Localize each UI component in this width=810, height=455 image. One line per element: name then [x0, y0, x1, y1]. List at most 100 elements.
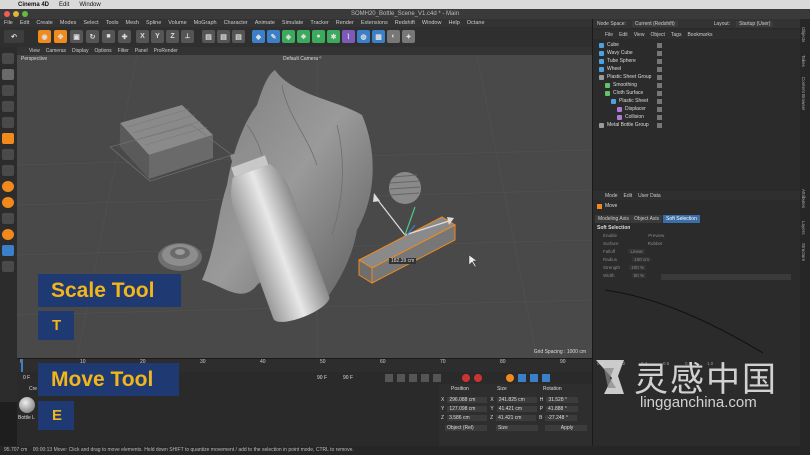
viewport[interactable]: Perspective Default Camera ⁰ 182.39 cm G… [17, 55, 592, 358]
menu-redshift[interactable]: Redshift [395, 20, 415, 26]
scale-tool-icon[interactable]: ▣ [70, 30, 83, 43]
vp-menu-options[interactable]: Options [94, 48, 111, 54]
menu-octane[interactable]: Octane [467, 20, 485, 26]
cube-object-icon[interactable]: ◆ [252, 30, 265, 43]
menu-edit[interactable]: Edit [20, 20, 29, 26]
menu-character[interactable]: Character [224, 20, 248, 26]
go-to-end-icon[interactable] [433, 374, 441, 382]
object-row[interactable]: Wheel [599, 65, 662, 73]
material-menu-create[interactable]: Cre [29, 386, 37, 392]
texture-mode-icon[interactable] [2, 85, 14, 96]
menu-mesh[interactable]: Mesh [126, 20, 139, 26]
next-frame-icon[interactable] [421, 374, 429, 382]
close-window-button[interactable] [4, 11, 10, 17]
menu-select[interactable]: Select [83, 20, 98, 26]
visibility-toggle[interactable] [657, 58, 662, 64]
layout-select[interactable]: Startup (User) [736, 20, 774, 27]
om-menu-tags[interactable]: Tags [671, 32, 682, 38]
coord-mode-select[interactable]: Object (Rel) [445, 425, 487, 431]
strip-tab-attributes[interactable]: Attributes [801, 189, 806, 208]
object-row[interactable]: Metal Bottle Group [599, 121, 662, 129]
os-menu-window[interactable]: Window [79, 2, 100, 8]
light-icon[interactable]: ✦ [402, 30, 415, 43]
param-surface[interactable]: Surface Rubber [603, 240, 664, 248]
param-radius[interactable]: Radius 100 cm [603, 256, 664, 264]
position-x-field[interactable]: 296.088 cm [447, 397, 488, 403]
strip-tab-takes[interactable]: Takes [801, 55, 806, 67]
model-mode-icon[interactable] [2, 69, 14, 80]
strip-tab-structure[interactable]: Structure [801, 243, 806, 261]
snap-settings-icon[interactable] [2, 197, 14, 208]
zoom-window-button[interactable] [22, 11, 28, 17]
attr-menu-edit[interactable]: Edit [624, 193, 633, 199]
object-row[interactable]: Tube Sphere [599, 57, 662, 65]
visibility-toggle[interactable] [657, 66, 662, 72]
menu-spline[interactable]: Spline [146, 20, 161, 26]
menu-animate[interactable]: Animate [255, 20, 275, 26]
frame-start[interactable]: 0 F [23, 375, 30, 381]
vp-menu-display[interactable]: Display [72, 48, 88, 54]
menu-volume[interactable]: Volume [168, 20, 186, 26]
recent-tool-icon[interactable]: ■ [102, 30, 115, 43]
go-to-start-icon[interactable] [385, 374, 393, 382]
menu-modes[interactable]: Modes [60, 20, 77, 26]
param-width[interactable]: Width 50 % [603, 272, 664, 280]
position-z-field[interactable]: 3.586 cm [447, 415, 488, 421]
transform-tool-icon[interactable]: ✚ [118, 30, 131, 43]
visibility-toggle[interactable] [657, 122, 662, 128]
effector-icon[interactable]: ✱ [327, 30, 340, 43]
visibility-toggle[interactable] [657, 82, 662, 88]
rotation-h-field[interactable]: 31.528 ° [546, 397, 579, 403]
vp-menu-filter[interactable]: Filter [118, 48, 129, 54]
object-row[interactable]: Cloth Surface [605, 89, 662, 97]
apply-button[interactable]: Apply [545, 425, 587, 431]
vp-menu-view[interactable]: View [29, 48, 40, 54]
size-x-field[interactable]: 241.825 cm [496, 397, 537, 403]
visibility-toggle[interactable] [657, 74, 662, 80]
param-enable[interactable]: Enable Preview [603, 232, 664, 240]
menu-help[interactable]: Help [448, 20, 459, 26]
object-row[interactable]: Cube [599, 41, 662, 49]
om-menu-edit[interactable]: Edit [619, 32, 628, 38]
object-row[interactable]: Plastic Sheet [611, 97, 662, 105]
menu-simulate[interactable]: Simulate [282, 20, 303, 26]
menu-render[interactable]: Render [336, 20, 354, 26]
width-slider[interactable] [661, 274, 791, 280]
camera-icon[interactable]: ◐ [387, 30, 400, 43]
viewport-camera[interactable]: Default Camera ⁰ [283, 56, 321, 62]
workplane-icon[interactable] [2, 213, 14, 224]
om-menu-view[interactable]: View [634, 32, 645, 38]
lock-workplane-icon[interactable] [2, 261, 14, 272]
visibility-toggle[interactable] [657, 98, 662, 104]
menu-extensions[interactable]: Extensions [361, 20, 388, 26]
polygons-mode-icon[interactable] [2, 133, 14, 144]
object-row[interactable]: Displacer [617, 105, 662, 113]
render-view-icon[interactable]: ▤ [202, 30, 215, 43]
visibility-toggle[interactable] [657, 90, 662, 96]
visibility-toggle[interactable] [657, 50, 662, 56]
vp-menu-panel[interactable]: Panel [135, 48, 148, 54]
tab-modeling-axis[interactable]: Modeling Axis [595, 215, 632, 223]
rotate-tool-icon[interactable]: ↻ [86, 30, 99, 43]
object-row[interactable]: Wavy Cube [599, 49, 662, 57]
position-y-field[interactable]: 127.098 cm [447, 406, 488, 412]
vp-menu-prorender[interactable]: ProRender [154, 48, 178, 54]
move-tool-icon[interactable]: ✥ [54, 30, 67, 43]
rotation-b-field[interactable]: -27.248 ° [545, 415, 578, 421]
strip-tab-content-browser[interactable]: Content Browser [801, 77, 806, 111]
make-editable-icon[interactable] [2, 53, 14, 64]
key-position-icon[interactable] [518, 374, 526, 382]
boole-icon[interactable]: ● [312, 30, 325, 43]
frame-end-min[interactable]: 90 F [317, 375, 327, 381]
axis-mode-icon[interactable] [2, 149, 14, 160]
menu-tracker[interactable]: Tracker [310, 20, 328, 26]
key-scale-icon[interactable] [530, 374, 538, 382]
object-row[interactable]: Collision [617, 113, 662, 121]
menu-mograph[interactable]: MoGraph [194, 20, 217, 26]
key-rotation-icon[interactable] [542, 374, 550, 382]
material-preview[interactable] [19, 397, 35, 413]
field-icon[interactable]: ◍ [357, 30, 370, 43]
edges-mode-icon[interactable] [2, 117, 14, 128]
keyframe-selection-icon[interactable] [506, 374, 514, 382]
node-space-select[interactable]: Current (Redshift) [631, 20, 678, 27]
